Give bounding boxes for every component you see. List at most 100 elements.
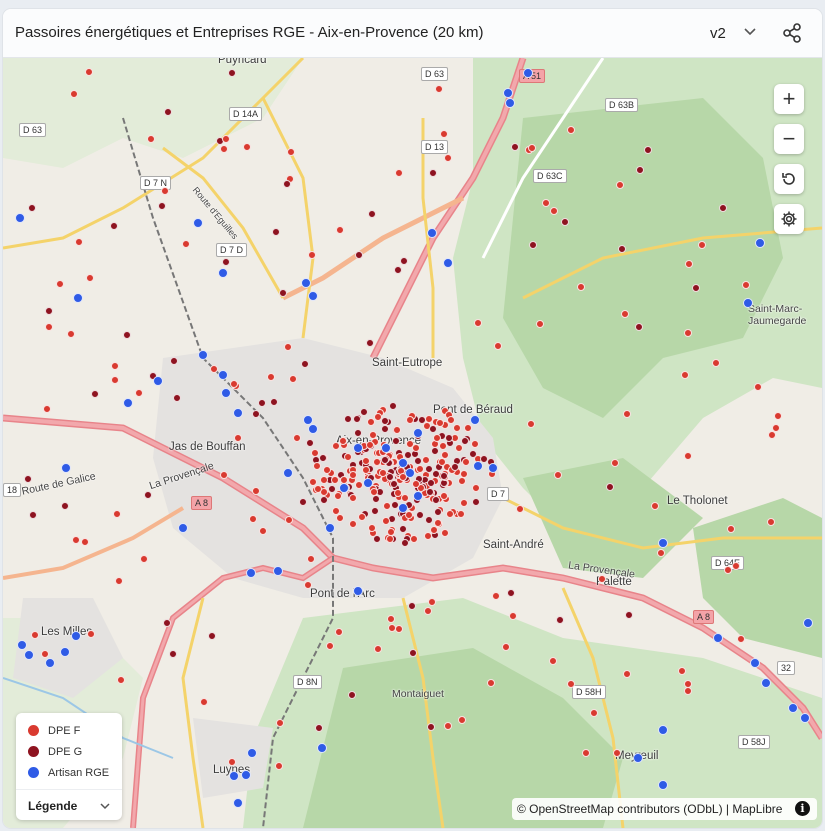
dpe-marker[interactable] bbox=[719, 203, 728, 212]
artisan-rge-marker[interactable] bbox=[273, 566, 283, 576]
dpe-g-marker[interactable] bbox=[460, 436, 469, 445]
dpe-f-marker[interactable] bbox=[381, 424, 390, 433]
dpe-marker[interactable] bbox=[172, 393, 181, 402]
dpe-marker[interactable] bbox=[86, 630, 95, 639]
artisan-rge-marker[interactable] bbox=[803, 618, 813, 628]
artisan-rge-marker[interactable] bbox=[633, 753, 643, 763]
artisan-rge-marker[interactable] bbox=[800, 713, 810, 723]
dpe-f-marker[interactable] bbox=[372, 457, 381, 466]
artisan-rge-marker[interactable] bbox=[713, 633, 723, 643]
dpe-marker[interactable] bbox=[219, 144, 228, 153]
dpe-g-marker[interactable] bbox=[438, 441, 447, 450]
artisan-rge-marker[interactable] bbox=[233, 798, 243, 808]
artisan-rge-marker[interactable] bbox=[24, 650, 34, 660]
dpe-g-marker[interactable] bbox=[472, 483, 481, 492]
artisan-rge-marker[interactable] bbox=[301, 278, 311, 288]
dpe-marker[interactable] bbox=[335, 627, 344, 636]
dpe-marker[interactable] bbox=[400, 256, 409, 265]
dpe-f-marker[interactable] bbox=[332, 506, 341, 515]
dpe-marker[interactable] bbox=[510, 143, 519, 152]
dpe-marker[interactable] bbox=[314, 724, 323, 733]
dpe-marker[interactable] bbox=[74, 237, 83, 246]
dpe-marker[interactable] bbox=[146, 135, 155, 144]
dpe-f-marker[interactable] bbox=[367, 524, 376, 533]
artisan-rge-marker[interactable] bbox=[658, 725, 668, 735]
artisan-rge-marker[interactable] bbox=[398, 503, 408, 513]
dpe-f-marker[interactable] bbox=[435, 418, 444, 427]
dpe-f-marker[interactable] bbox=[426, 478, 435, 487]
dpe-marker[interactable] bbox=[303, 581, 312, 590]
dpe-f-marker[interactable] bbox=[416, 464, 425, 473]
dpe-g-marker[interactable] bbox=[460, 498, 469, 507]
dpe-f-marker[interactable] bbox=[437, 457, 446, 466]
artisan-rge-marker[interactable] bbox=[45, 658, 55, 668]
dpe-g-marker[interactable] bbox=[439, 492, 448, 501]
dpe-marker[interactable] bbox=[623, 409, 632, 418]
dpe-marker[interactable] bbox=[548, 657, 557, 666]
dpe-marker[interactable] bbox=[387, 614, 396, 623]
dpe-f-marker[interactable] bbox=[424, 531, 433, 540]
dpe-marker[interactable] bbox=[220, 470, 229, 479]
artisan-rge-marker[interactable] bbox=[658, 780, 668, 790]
dpe-f-marker[interactable] bbox=[353, 428, 362, 437]
dpe-marker[interactable] bbox=[163, 108, 172, 117]
artisan-rge-marker[interactable] bbox=[427, 228, 437, 238]
dpe-marker[interactable] bbox=[620, 310, 629, 319]
dpe-marker[interactable] bbox=[283, 179, 291, 188]
version-select[interactable]: v2 bbox=[696, 17, 768, 49]
artisan-rge-marker[interactable] bbox=[193, 218, 203, 228]
dpe-marker[interactable] bbox=[251, 410, 260, 419]
dpe-marker[interactable] bbox=[248, 515, 257, 523]
dpe-marker[interactable] bbox=[91, 389, 100, 398]
dpe-marker[interactable] bbox=[369, 487, 378, 496]
dpe-marker[interactable] bbox=[162, 618, 171, 627]
dpe-marker[interactable] bbox=[134, 388, 143, 397]
artisan-rge-marker[interactable] bbox=[308, 424, 318, 434]
dpe-marker[interactable] bbox=[567, 679, 575, 688]
artisan-rge-marker[interactable] bbox=[505, 98, 515, 108]
artisan-rge-marker[interactable] bbox=[73, 293, 83, 303]
dpe-marker[interactable] bbox=[80, 537, 89, 546]
dpe-marker[interactable] bbox=[393, 266, 402, 274]
artisan-rge-marker[interactable] bbox=[443, 258, 453, 268]
dpe-marker[interactable] bbox=[374, 644, 382, 653]
artisan-rge-marker[interactable] bbox=[658, 538, 668, 548]
dpe-f-marker[interactable] bbox=[405, 415, 414, 424]
artisan-rge-marker[interactable] bbox=[353, 443, 363, 453]
dpe-marker[interactable] bbox=[394, 625, 403, 634]
dpe-marker[interactable] bbox=[474, 318, 483, 327]
artisan-rge-marker[interactable] bbox=[317, 743, 327, 753]
artisan-rge-marker[interactable] bbox=[398, 458, 408, 468]
artisan-rge-marker[interactable] bbox=[221, 388, 231, 398]
dpe-marker[interactable] bbox=[251, 486, 260, 495]
settings-button[interactable] bbox=[774, 204, 804, 234]
dpe-marker[interactable] bbox=[293, 433, 301, 442]
artisan-rge-marker[interactable] bbox=[71, 631, 81, 641]
dpe-marker[interactable] bbox=[307, 251, 316, 260]
dpe-marker[interactable] bbox=[267, 372, 275, 381]
zoom-out-button[interactable]: − bbox=[774, 124, 804, 154]
artisan-rge-marker[interactable] bbox=[178, 523, 188, 533]
dpe-marker[interactable] bbox=[407, 601, 416, 610]
dpe-f-marker[interactable] bbox=[455, 443, 464, 452]
dpe-marker[interactable] bbox=[643, 145, 652, 154]
dpe-marker[interactable] bbox=[509, 611, 518, 620]
dpe-marker[interactable] bbox=[389, 479, 398, 488]
dpe-marker[interactable] bbox=[335, 225, 344, 234]
dpe-f-marker[interactable] bbox=[450, 463, 459, 472]
artisan-rge-marker[interactable] bbox=[363, 478, 373, 488]
dpe-marker[interactable] bbox=[221, 257, 230, 266]
artisan-rge-marker[interactable] bbox=[523, 68, 533, 78]
artisan-rge-marker[interactable] bbox=[750, 658, 760, 668]
artisan-rge-marker[interactable] bbox=[218, 268, 228, 278]
dpe-marker[interactable] bbox=[275, 718, 284, 727]
dpe-marker[interactable] bbox=[622, 669, 631, 678]
artisan-rge-marker[interactable] bbox=[743, 298, 753, 308]
dpe-marker[interactable] bbox=[491, 591, 500, 600]
dpe-marker[interactable] bbox=[233, 434, 242, 443]
artisan-rge-marker[interactable] bbox=[198, 350, 208, 360]
artisan-rge-marker[interactable] bbox=[413, 491, 423, 501]
dpe-marker[interactable] bbox=[412, 479, 421, 488]
dpe-marker[interactable] bbox=[40, 649, 49, 658]
dpe-g-marker[interactable] bbox=[330, 475, 339, 484]
